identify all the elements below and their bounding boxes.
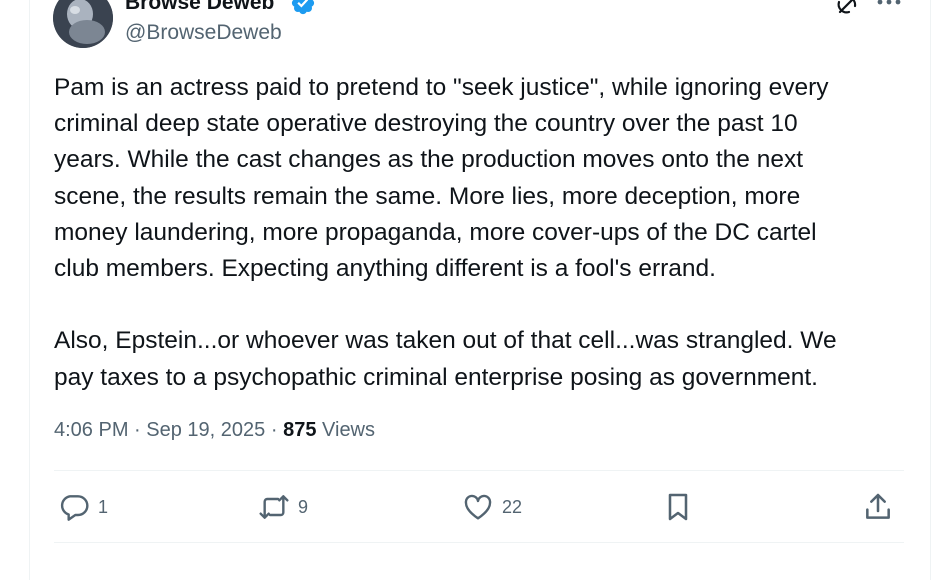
author-handle[interactable]: @BrowseDeweb [125, 21, 282, 45]
verified-badge-icon [291, 0, 315, 15]
reply-button[interactable]: 1 [58, 490, 108, 524]
repost-icon [259, 495, 289, 519]
reply-count: 1 [98, 496, 109, 517]
tweet-text: Pam is an actress paid to pretend to "se… [54, 74, 837, 391]
author-display-name[interactable]: Browse Deweb [125, 0, 274, 15]
views-count: 875 [283, 419, 317, 441]
meta-separator: · [134, 419, 141, 441]
repost-button[interactable]: 9 [258, 490, 308, 524]
tweet-date[interactable]: Sep 19, 2025 [146, 419, 265, 441]
like-count: 22 [502, 496, 523, 517]
share-icon [866, 493, 890, 519]
grok-icon[interactable] [834, 0, 860, 16]
tweet-time[interactable]: 4:06 PM [54, 419, 128, 441]
divider [54, 470, 904, 471]
views-label: Views [322, 419, 376, 441]
like-button[interactable]: 22 [462, 490, 522, 524]
share-button[interactable] [862, 490, 894, 524]
reply-icon [60, 495, 89, 521]
bookmark-icon [668, 493, 688, 521]
repost-count: 9 [298, 496, 309, 517]
bottom-divider [54, 542, 904, 543]
tweet-meta: 4:06 PM · Sep 19, 2025 · 875 Views [54, 419, 375, 442]
bookmark-button[interactable] [662, 490, 694, 524]
like-icon [464, 494, 492, 520]
meta-separator: · [270, 419, 278, 441]
more-icon[interactable] [875, 0, 903, 8]
